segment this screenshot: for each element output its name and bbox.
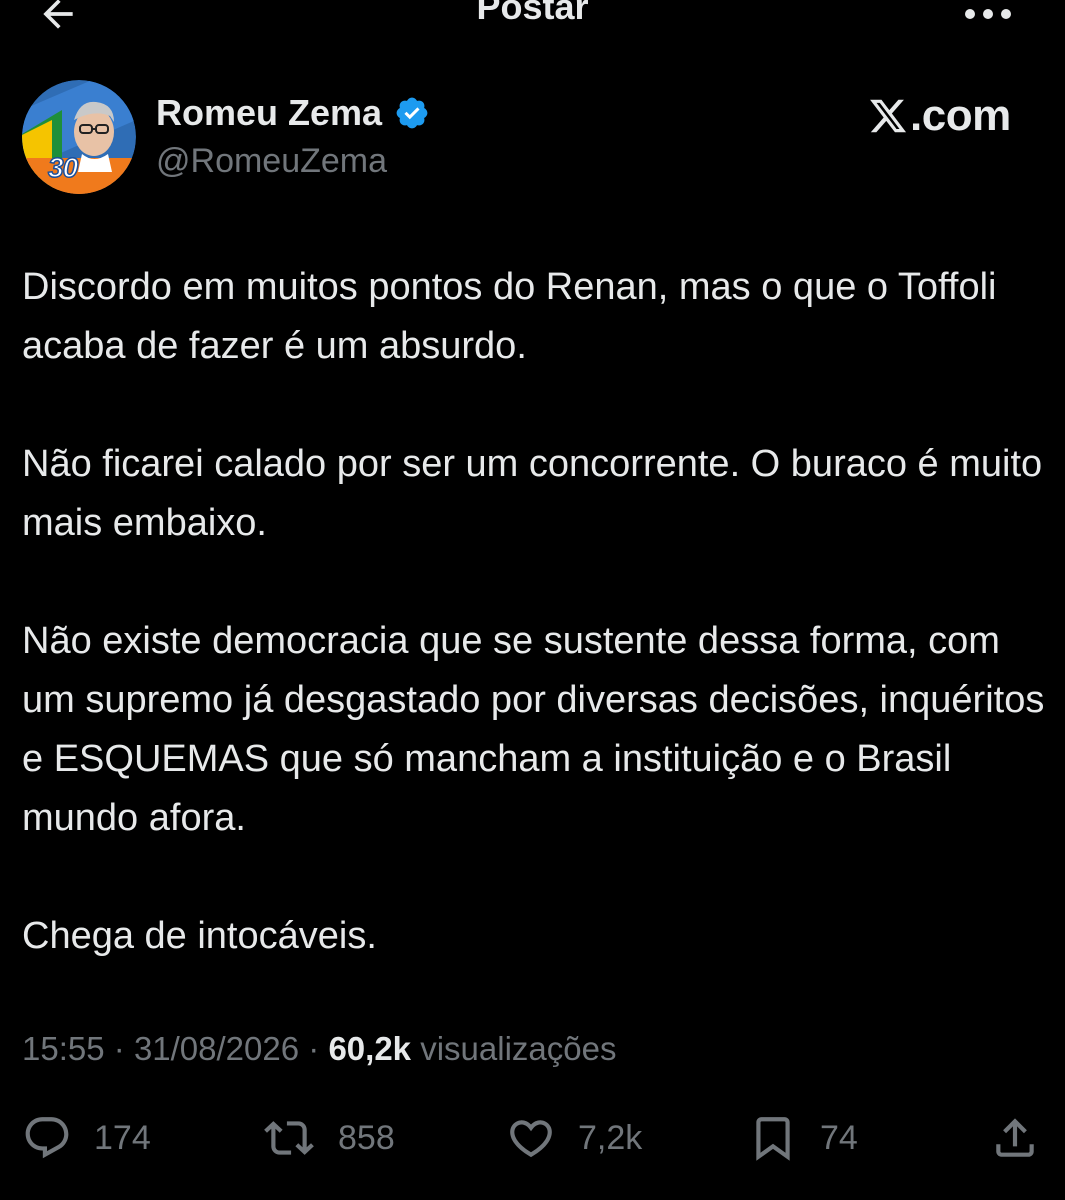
repost-icon <box>264 1121 314 1155</box>
tweet-paragraph: Chega de intocáveis. <box>22 915 377 957</box>
x-logo-icon <box>870 99 907 133</box>
author-name-row: Romeu Zema <box>156 90 430 136</box>
repost-button[interactable]: 858 <box>262 1106 395 1170</box>
repost-count: 858 <box>338 1118 395 1157</box>
top-bar: Postar <box>0 0 1065 40</box>
meta-separator: · <box>308 1030 320 1067</box>
author-handle[interactable]: @RomeuZema <box>156 142 387 181</box>
tweet-meta: 15:55 · 31/08/2026 · 60,2k visualizações <box>22 1030 616 1068</box>
tweet-time[interactable]: 15:55 <box>22 1030 105 1067</box>
tweet-text: Discordo em muitos pontos do Renan, mas … <box>22 258 1052 966</box>
author-display-name[interactable]: Romeu Zema <box>156 92 382 134</box>
like-button[interactable]: 7,2k <box>506 1106 642 1170</box>
more-horizontal-icon <box>965 9 1011 19</box>
more-options-button[interactable] <box>958 0 1018 34</box>
share-icon <box>996 1118 1034 1157</box>
watermark-text: .com <box>910 91 1011 140</box>
meta-separator: · <box>113 1030 125 1067</box>
reply-icon <box>25 1117 69 1159</box>
x-com-watermark: .com <box>868 88 1028 144</box>
reply-button[interactable]: 174 <box>22 1106 151 1170</box>
like-count: 7,2k <box>578 1118 643 1157</box>
heart-icon <box>510 1120 552 1158</box>
share-button[interactable] <box>990 1106 1040 1170</box>
bookmark-count: 74 <box>820 1118 858 1157</box>
avatar-image <box>22 80 136 194</box>
bookmark-icon <box>756 1117 790 1161</box>
page-title: Postar <box>476 0 589 27</box>
views-label: visualizações <box>420 1030 617 1067</box>
verified-badge-icon <box>396 97 428 129</box>
action-bar: 174 858 7,2k 74 <box>0 1106 1065 1170</box>
reply-count: 174 <box>94 1118 151 1157</box>
tweet-paragraph: Discordo em muitos pontos do Renan, mas … <box>22 266 997 367</box>
bookmark-button[interactable]: 74 <box>748 1106 858 1170</box>
tweet-paragraph: Não existe democracia que se sustente de… <box>22 620 1045 839</box>
tweet-paragraph: Não ficarei calado por ser um concorrent… <box>22 443 1043 544</box>
avatar[interactable]: 30 <box>22 80 136 194</box>
views-count[interactable]: 60,2k <box>328 1030 411 1067</box>
tweet-date[interactable]: 31/08/2026 <box>134 1030 299 1067</box>
avatar-badge-text: 30 <box>47 151 79 184</box>
